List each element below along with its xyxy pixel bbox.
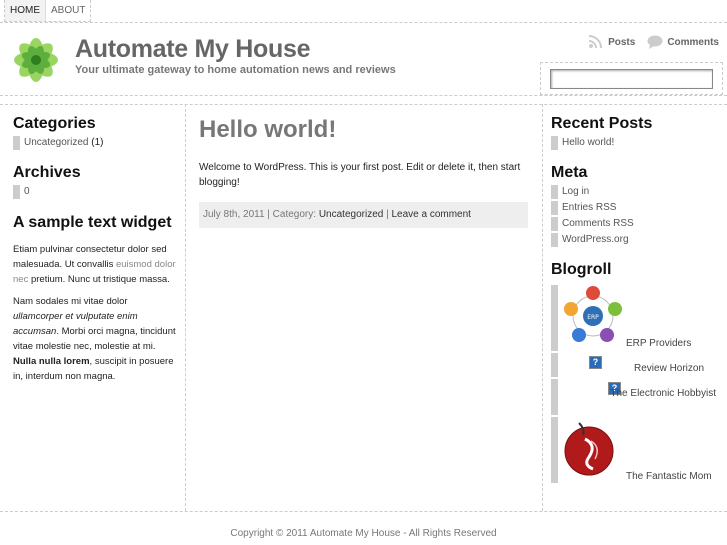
meta-list: Log in Entries RSS Comments RSS WordPres… [551,185,721,247]
meta-heading: Meta [551,164,588,181]
blogroll-label-review-horizon[interactable]: Review Horizon [634,363,704,374]
site-title[interactable]: Automate My House [75,35,311,64]
blogroll-item-review-horizon[interactable]: ? Review Horizon [551,353,721,377]
nav-about[interactable]: ABOUT [46,0,90,21]
recent-post-item[interactable]: Hello world! [551,136,721,150]
left-column-divider [185,104,186,511]
blogroll-list: ERP ERP Providers ? Review Horizon ? The… [551,285,721,483]
fantastic-mom-logo-icon [564,422,614,476]
blogroll-label-erp[interactable]: ERP Providers [626,338,691,349]
footer-divider [0,511,727,512]
blogroll-item-electronic-hobbyist[interactable]: ? The Electronic Hobbyist [551,379,721,415]
search-input[interactable] [550,69,713,89]
para1-text-c: pretium. Nunc ut tristique massa. [28,274,170,285]
feed-links: Posts Comments [588,35,719,49]
top-nav: HOME ABOUT [4,0,92,22]
missing-image-icon: ? [589,356,602,369]
category-count: (1) [91,137,104,148]
text-widget-paragraph-2: Nam sodales mi vitae dolor ullamcorper e… [13,294,179,384]
post-title[interactable]: Hello world! [199,116,528,144]
blogroll-label-electronic-hobbyist[interactable]: The Electronic Hobbyist [562,387,716,401]
post-body: Welcome to WordPress. This is your first… [199,162,521,188]
comment-bubble-icon [647,35,663,49]
meta-entries-rss-link[interactable]: Entries RSS [551,201,721,215]
text-widget-heading: A sample text widget [13,214,172,231]
main-content: Hello world! Welcome to WordPress. This … [199,116,528,228]
blogroll-item-fantastic-mom[interactable]: The Fantastic Mom [551,417,721,483]
post-meta-sep-1: | Category: [264,209,319,220]
footer-copyright: Copyright © 2011 Automate My House - All… [230,528,497,539]
post-meta: July 8th, 2011 | Category: Uncategorized… [199,202,528,228]
text-widget-paragraph-1: Etiam pulvinar consectetur dolor sed mal… [13,242,179,287]
blogroll-item-erp[interactable]: ERP ERP Providers [551,285,721,351]
archives-heading: Archives [13,164,81,181]
categories-heading: Categories [13,115,96,132]
blogroll-heading: Blogroll [551,261,612,278]
post-date: July 8th, 2011 [203,209,265,220]
archives-item[interactable]: 0 [13,185,179,199]
left-sidebar: Categories Uncategorized (1) Archives 0 … [13,115,179,391]
content-top-divider [0,104,727,105]
flower-logo-icon [14,38,58,82]
erp-diagram-icon: ERP [564,286,622,342]
para2-text-a: Nam sodales mi vitae dolor [13,296,128,307]
recent-posts-heading: Recent Posts [551,115,653,132]
category-label[interactable]: Uncategorized [24,137,88,148]
comments-feed-link[interactable]: Comments [647,35,719,49]
post-category-link[interactable]: Uncategorized [319,209,383,220]
header-bottom-divider [0,95,727,96]
posts-feed-link[interactable]: Posts [588,35,635,49]
posts-feed-label: Posts [608,36,636,48]
erp-badge-text: ERP [587,314,599,321]
right-sidebar: Recent Posts Hello world! Meta Log in En… [551,115,721,485]
blogroll-label-fantastic-mom[interactable]: The Fantastic Mom [626,471,712,482]
site-tagline: Your ultimate gateway to home automation… [75,64,396,76]
comments-feed-label: Comments [667,36,719,48]
rss-icon [588,35,603,49]
meta-wordpress-link[interactable]: WordPress.org [551,233,721,247]
header-top-divider [0,22,727,23]
meta-comments-rss-link[interactable]: Comments RSS [551,217,721,231]
nav-home[interactable]: HOME [5,0,46,21]
para2-bold: Nulla nulla lorem [13,356,90,367]
leave-comment-link[interactable]: Leave a comment [391,209,471,220]
meta-login-link[interactable]: Log in [551,185,721,199]
category-item[interactable]: Uncategorized (1) [13,136,179,150]
right-column-divider [542,104,543,511]
